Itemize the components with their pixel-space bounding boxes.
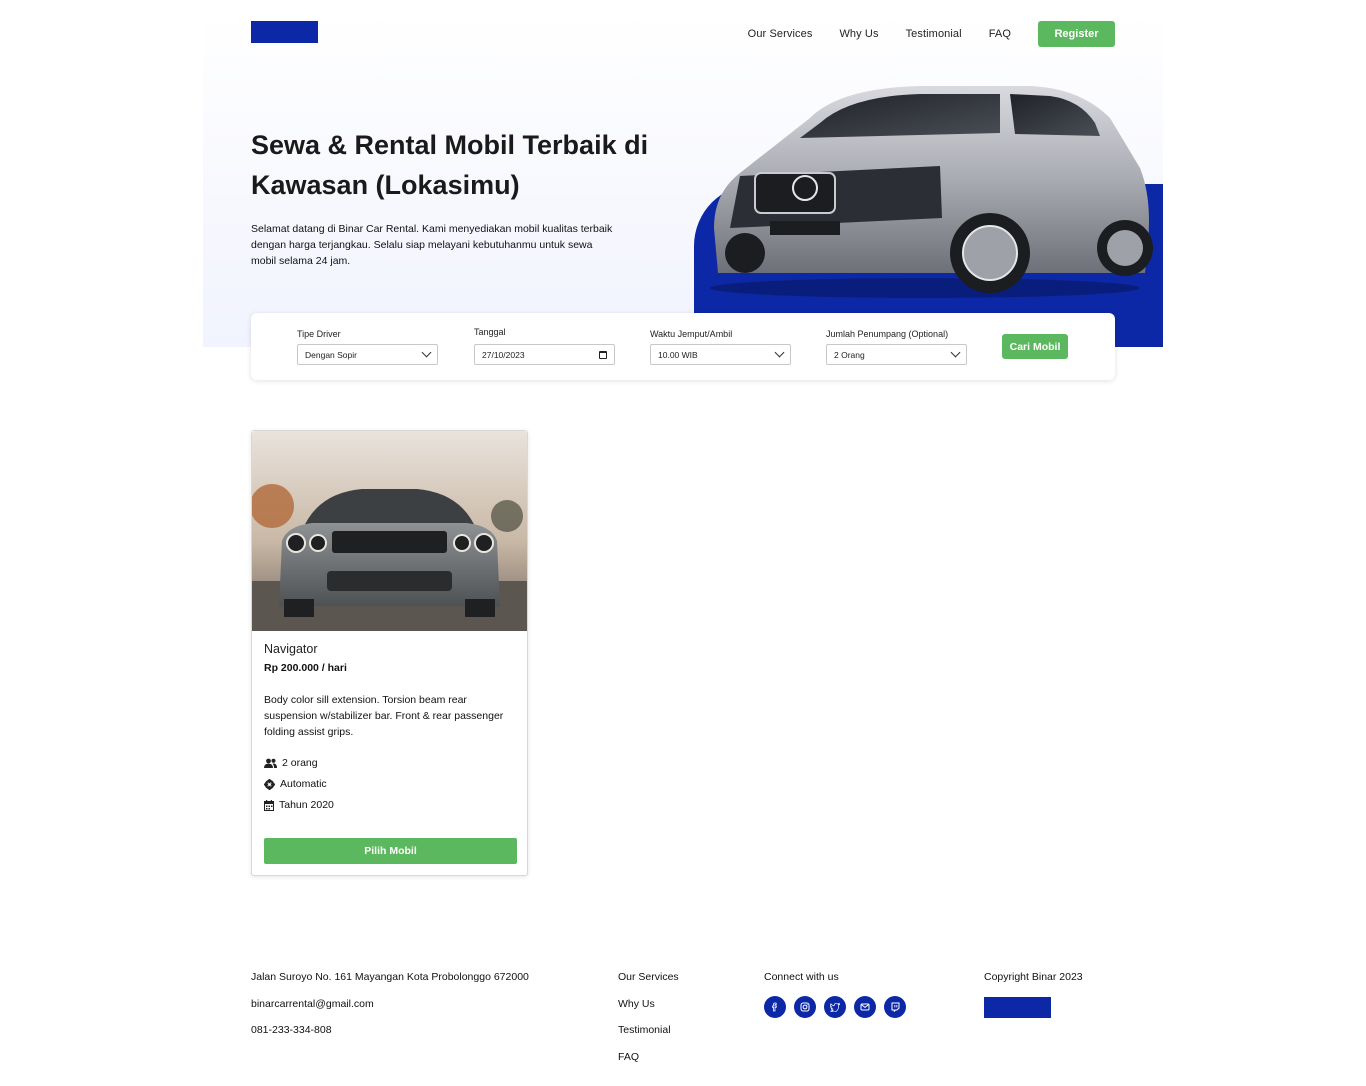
footer-address: Jalan Suroyo No. 161 Mayangan Kota Probo… — [251, 971, 529, 983]
hero-car-image — [710, 86, 1153, 298]
car-transmission-text: Automatic — [280, 778, 327, 790]
instagram-icon[interactable] — [794, 996, 816, 1018]
nav-our-services[interactable]: Our Services — [748, 28, 813, 40]
chevron-down-icon — [774, 347, 785, 358]
brand-logo[interactable] — [251, 21, 318, 43]
date-input[interactable]: 27/10/2023 — [474, 344, 615, 365]
nav-faq[interactable]: FAQ — [989, 28, 1011, 40]
hero-description: Selamat datang di Binar Car Rental. Kami… — [251, 223, 613, 267]
main-nav: Our Services Why Us Testimonial FAQ Regi… — [748, 21, 1115, 47]
car-card: Navigator Rp 200.000 / hari Body color s… — [251, 430, 528, 876]
twitch-icon[interactable] — [884, 996, 906, 1018]
hero-title: Sewa & Rental Mobil Terbaik di Kawasan (… — [251, 130, 649, 200]
facebook-icon[interactable] — [764, 996, 786, 1018]
passenger-label: Jumlah Penumpang (Optional) — [826, 329, 949, 339]
select-car-button[interactable]: Pilih Mobil — [264, 838, 517, 864]
chevron-down-icon — [421, 347, 432, 358]
calendar-icon[interactable] — [599, 350, 607, 359]
passenger-value: 2 Orang — [834, 349, 865, 360]
date-label: Tanggal — [474, 327, 506, 337]
calendar-icon — [264, 799, 274, 811]
pickup-time-label: Waktu Jemput/Ambil — [650, 329, 733, 339]
car-description: Body color sill extension. Torsion beam … — [264, 694, 504, 738]
passenger-select[interactable]: 2 Orang — [826, 344, 967, 365]
driver-type-value: Dengan Sopir — [305, 349, 357, 360]
driver-type-select[interactable]: Dengan Sopir — [297, 344, 438, 365]
pickup-time-value: 10.00 WIB — [658, 349, 698, 360]
car-capacity: 2 orang — [264, 757, 318, 769]
footer-link-why-us[interactable]: Why Us — [618, 998, 655, 1010]
gear-icon — [264, 778, 275, 790]
footer-link-testimonial[interactable]: Testimonial — [618, 1024, 671, 1036]
footer-link-our-services[interactable]: Our Services — [618, 971, 679, 983]
search-car-button[interactable]: Cari Mobil — [1002, 334, 1068, 359]
car-transmission: Automatic — [264, 778, 327, 790]
social-links — [764, 996, 914, 1018]
register-button[interactable]: Register — [1038, 21, 1115, 47]
car-name: Navigator — [264, 642, 318, 656]
driver-type-label: Tipe Driver — [297, 329, 341, 339]
twitter-icon[interactable] — [824, 996, 846, 1018]
nav-why-us[interactable]: Why Us — [839, 28, 878, 40]
date-value: 27/10/2023 — [482, 349, 525, 360]
car-capacity-text: 2 orang — [282, 757, 318, 769]
mail-icon[interactable] — [854, 996, 876, 1018]
footer-link-faq[interactable]: FAQ — [618, 1051, 639, 1063]
car-card-image — [252, 431, 527, 631]
footer-brand-logo[interactable] — [984, 997, 1051, 1018]
car-year: Tahun 2020 — [264, 799, 334, 811]
car-search-form: Tipe Driver Dengan Sopir Tanggal 27/10/2… — [251, 313, 1115, 380]
footer-email: binarcarrental@gmail.com — [251, 998, 374, 1010]
car-price: Rp 200.000 / hari — [264, 662, 347, 674]
car-year-text: Tahun 2020 — [279, 799, 334, 811]
footer-phone: 081-233-334-808 — [251, 1024, 332, 1036]
chevron-down-icon — [950, 347, 961, 358]
connect-label: Connect with us — [764, 971, 839, 983]
users-icon — [264, 758, 277, 768]
footer-copyright: Copyright Binar 2023 — [984, 971, 1083, 983]
pickup-time-select[interactable]: 10.00 WIB — [650, 344, 791, 365]
nav-testimonial[interactable]: Testimonial — [906, 28, 962, 40]
